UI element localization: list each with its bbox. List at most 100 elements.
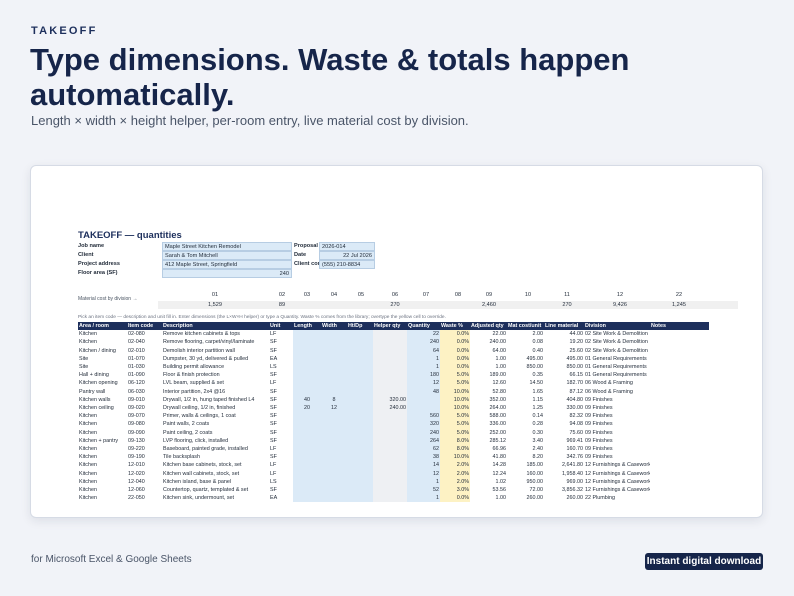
cell-quantity[interactable]: 240: [407, 428, 440, 437]
cell-quantity[interactable]: 1: [407, 354, 440, 364]
cell-notes[interactable]: [650, 445, 709, 453]
cell-quantity[interactable]: 22: [407, 330, 440, 339]
cell-notes[interactable]: [650, 396, 709, 404]
cell-ht-dp[interactable]: [347, 494, 373, 503]
cell-waste[interactable]: 3.0%: [440, 486, 470, 495]
cell-quantity[interactable]: 48: [407, 387, 440, 396]
cell-notes[interactable]: [650, 330, 709, 338]
cell-item-code[interactable]: 02-080: [127, 330, 162, 338]
cell-item-code[interactable]: 01-090: [127, 371, 162, 379]
cell-quantity[interactable]: 62: [407, 445, 440, 454]
cell-quantity[interactable]: 12: [407, 379, 440, 388]
cell-waste[interactable]: 0.0%: [440, 354, 470, 364]
cell-length[interactable]: [293, 371, 321, 380]
date-field[interactable]: 22 Jul 2026: [319, 251, 375, 260]
cell-quantity[interactable]: 264: [407, 436, 440, 446]
cell-width[interactable]: [321, 461, 347, 470]
cell-ht-dp[interactable]: [347, 477, 373, 487]
cell-area-room[interactable]: Pantry wall: [78, 388, 127, 396]
cell-notes[interactable]: [650, 437, 709, 445]
cell-item-code[interactable]: 01-030: [127, 363, 162, 371]
cell-area-room[interactable]: Site: [78, 355, 127, 363]
cell-area-room[interactable]: Kitchen: [78, 453, 127, 461]
cell-length[interactable]: [293, 346, 321, 355]
cell-item-code[interactable]: 01-070: [127, 355, 162, 363]
cell-width[interactable]: [321, 486, 347, 495]
cell-area-room[interactable]: Hall + dining: [78, 371, 127, 379]
cell-quantity[interactable]: 64: [407, 346, 440, 355]
cell-notes[interactable]: [650, 379, 709, 387]
cell-waste[interactable]: 0.0%: [440, 330, 470, 339]
cell-length[interactable]: [293, 436, 321, 446]
cell-item-code[interactable]: 12-010: [127, 461, 162, 469]
cell-ht-dp[interactable]: [347, 354, 373, 364]
cell-notes[interactable]: [650, 453, 709, 461]
cell-waste[interactable]: 5.0%: [440, 428, 470, 437]
cell-length[interactable]: [293, 354, 321, 364]
cell-notes[interactable]: [650, 470, 709, 478]
cell-length[interactable]: [293, 486, 321, 495]
cell-area-room[interactable]: Kitchen: [78, 494, 127, 502]
cell-width[interactable]: [321, 494, 347, 503]
cell-item-code[interactable]: 09-010: [127, 396, 162, 404]
cell-waste[interactable]: 2.0%: [440, 461, 470, 470]
cell-quantity[interactable]: 560: [407, 412, 440, 421]
cell-notes[interactable]: [650, 412, 709, 420]
cell-width[interactable]: [321, 338, 347, 347]
cell-area-room[interactable]: Kitchen ceiling: [78, 404, 127, 412]
cell-ht-dp[interactable]: [347, 428, 373, 437]
cell-width[interactable]: 8: [321, 395, 347, 405]
cell-waste[interactable]: 5.0%: [440, 371, 470, 380]
cell-item-code[interactable]: 09-070: [127, 412, 162, 420]
cell-notes[interactable]: [650, 461, 709, 469]
cell-waste[interactable]: 0.0%: [440, 346, 470, 355]
cell-notes[interactable]: [650, 347, 709, 355]
cell-item-code[interactable]: 12-060: [127, 486, 162, 494]
cell-quantity[interactable]: 320: [407, 420, 440, 429]
cell-ht-dp[interactable]: [347, 338, 373, 347]
cell-item-code[interactable]: 09-190: [127, 453, 162, 461]
cell-quantity[interactable]: 12: [407, 469, 440, 478]
cell-ht-dp[interactable]: [347, 436, 373, 446]
cell-width[interactable]: [321, 412, 347, 421]
cell-width[interactable]: [321, 346, 347, 355]
cell-length[interactable]: [293, 428, 321, 437]
cell-item-code[interactable]: 09-020: [127, 404, 162, 412]
floor-area-field[interactable]: 240: [162, 269, 292, 278]
cell-ht-dp[interactable]: [347, 371, 373, 380]
cell-length[interactable]: [293, 445, 321, 454]
cell-item-code[interactable]: 02-040: [127, 338, 162, 346]
cell-item-code[interactable]: 09-090: [127, 429, 162, 437]
cell-waste[interactable]: 0.0%: [440, 494, 470, 503]
cell-quantity[interactable]: [407, 395, 440, 405]
cell-area-room[interactable]: Site: [78, 363, 127, 371]
cell-waste[interactable]: 5.0%: [440, 420, 470, 429]
cell-quantity[interactable]: 1: [407, 494, 440, 503]
cell-waste[interactable]: 5.0%: [440, 379, 470, 388]
cell-quantity[interactable]: 38: [407, 453, 440, 462]
cell-length[interactable]: [293, 412, 321, 421]
cell-notes[interactable]: [650, 494, 709, 502]
cell-item-code[interactable]: 02-010: [127, 347, 162, 355]
cell-waste[interactable]: 10.0%: [440, 395, 470, 405]
client-field[interactable]: Sarah & Tom Mitchell: [162, 251, 292, 260]
cell-ht-dp[interactable]: [347, 346, 373, 355]
cell-width[interactable]: [321, 420, 347, 429]
cell-area-room[interactable]: Kitchen: [78, 412, 127, 420]
cell-item-code[interactable]: 22-050: [127, 494, 162, 502]
cell-width[interactable]: [321, 354, 347, 364]
cell-waste[interactable]: 8.0%: [440, 436, 470, 446]
cell-width[interactable]: [321, 330, 347, 339]
cell-waste[interactable]: 10.0%: [440, 404, 470, 413]
cell-quantity[interactable]: 180: [407, 371, 440, 380]
cell-area-room[interactable]: Kitchen: [78, 470, 127, 478]
cell-quantity[interactable]: 240: [407, 338, 440, 347]
cell-width[interactable]: [321, 379, 347, 388]
cell-ht-dp[interactable]: [347, 453, 373, 462]
instant-download-button[interactable]: Instant digital download: [645, 553, 763, 570]
cell-item-code[interactable]: 06-120: [127, 379, 162, 387]
cell-notes[interactable]: [650, 486, 709, 494]
cell-length[interactable]: 20: [293, 404, 321, 413]
cell-waste[interactable]: 0.0%: [440, 363, 470, 372]
cell-width[interactable]: [321, 445, 347, 454]
